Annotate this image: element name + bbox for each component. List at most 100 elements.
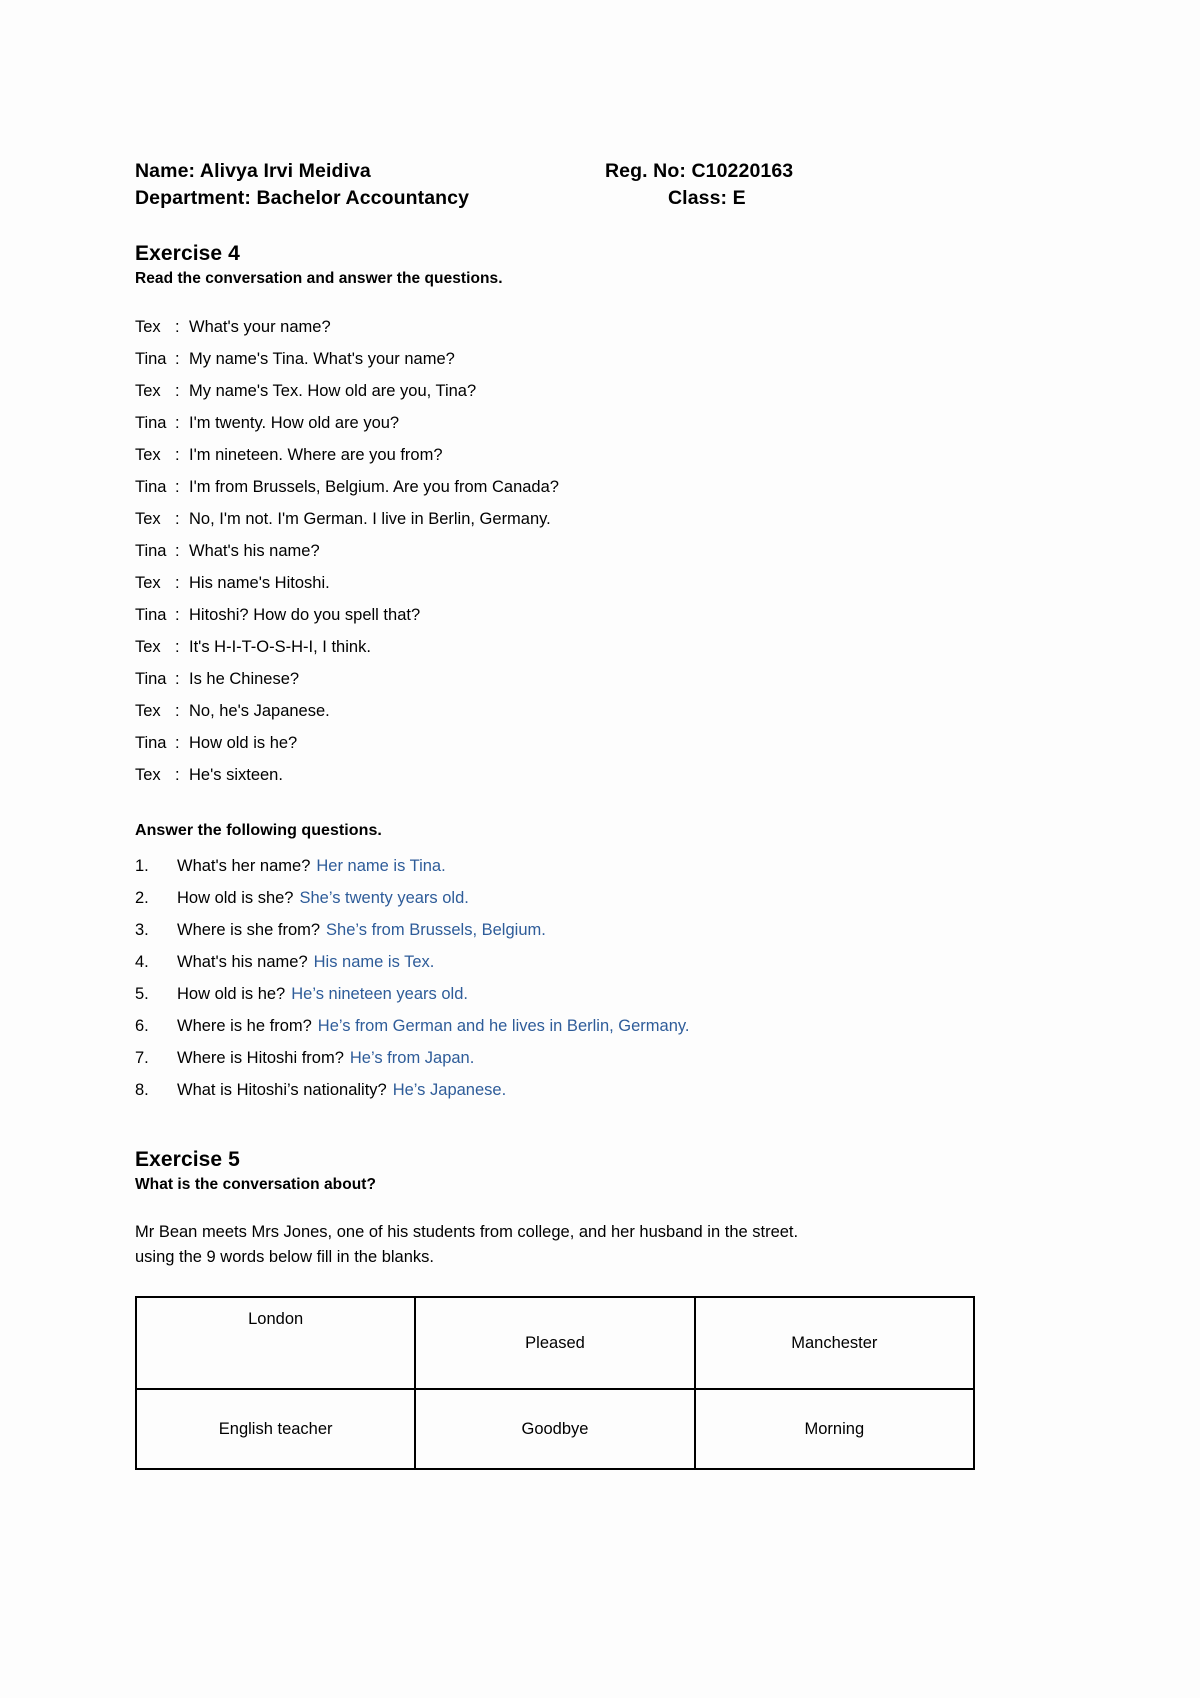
dialogue-colon: :	[175, 638, 180, 656]
document-content: Name: Alivya Irvi Meidiva Reg. No: C1022…	[134, 158, 985, 1470]
student-identity-header: Name: Alivya Irvi Meidiva Reg. No: C1022…	[135, 158, 985, 212]
dialogue-line: Tex : My name's Tex. How old are you, Ti…	[135, 375, 985, 407]
dialogue-text: Is he Chinese?	[189, 670, 300, 688]
dialogue-line: Tex : What's your name?	[135, 311, 985, 343]
exercise-5-title: Exercise 5	[135, 1148, 240, 1171]
word-cell: London	[134, 1296, 417, 1390]
dialogue-speaker: Tex	[135, 702, 161, 720]
word-cell: Morning	[693, 1388, 976, 1470]
dialogue-colon: :	[175, 574, 180, 592]
dialogue-line: Tex : He's sixteen.	[135, 759, 985, 791]
exercise-5-section: Exercise 5 What is the conversation abou…	[134, 1148, 985, 1470]
document-page: Name: Alivya Irvi Meidiva Reg. No: C1022…	[0, 0, 1200, 1698]
dialogue-speaker: Tex	[135, 318, 161, 336]
dialogue-text: No, he's Japanese.	[189, 702, 330, 720]
answer-item: 1. What's her name? Her name is Tina.	[135, 850, 985, 882]
dialogue-text: No, I'm not. I'm German. I live in Berli…	[189, 510, 551, 528]
dialogue-colon: :	[175, 606, 180, 624]
dialogue-line: Tina : What's his name?	[135, 535, 985, 567]
dialogue-text: What's his name?	[189, 542, 320, 560]
answer-question: What is Hitoshi’s nationality?	[177, 1081, 387, 1099]
dialogue-colon: :	[175, 542, 180, 560]
answer-response: She’s from Brussels, Belgium.	[326, 921, 546, 939]
dialogue-text: I'm twenty. How old are you?	[189, 414, 400, 432]
answer-question: Where is she from?	[177, 921, 321, 939]
answers-title: Answer the following questions.	[135, 822, 382, 839]
answer-number: 7.	[135, 1049, 149, 1067]
dialogue-line: Tina : My name's Tina. What's your name?	[135, 343, 985, 375]
answer-question: What's his name?	[177, 953, 308, 971]
exercise-5-subtitle: What is the conversation about?	[135, 1176, 376, 1193]
dialogue-speaker: Tex	[135, 766, 161, 784]
dialogue-speaker: Tex	[135, 446, 161, 464]
answer-response: She’s twenty years old.	[299, 889, 469, 907]
dialogue-line: Tina : I'm from Brussels, Belgium. Are y…	[135, 471, 985, 503]
answer-response: He’s Japanese.	[392, 1081, 507, 1099]
dialogue-colon: :	[175, 318, 180, 336]
dialogue-colon: :	[175, 382, 180, 400]
answer-number: 2.	[135, 889, 149, 907]
answer-question: How old is she?	[177, 889, 294, 907]
word-cell: Pleased	[414, 1296, 696, 1390]
answer-response: He’s nineteen years old.	[291, 985, 468, 1003]
dialogue-text: I'm nineteen. Where are you from?	[189, 446, 443, 464]
dialogue-text: What's your name?	[189, 318, 331, 336]
exercise-4-subtitle: Read the conversation and answer the que…	[135, 270, 503, 287]
dialogue-line: Tex : No, I'm not. I'm German. I live in…	[135, 503, 985, 535]
dialogue-text: My name's Tex. How old are you, Tina?	[189, 382, 477, 400]
dialogue-line: Tina : I'm twenty. How old are you?	[135, 407, 985, 439]
dialogue-speaker: Tina	[135, 414, 167, 432]
answer-response: He’s from German and he lives in Berlin,…	[317, 1017, 690, 1035]
word-cell: Manchester	[693, 1296, 976, 1390]
answer-item: 7. Where is Hitoshi from? He’s from Japa…	[135, 1042, 985, 1074]
dialogue-line: Tex : I'm nineteen. Where are you from?	[135, 439, 985, 471]
answer-number: 1.	[135, 857, 149, 875]
dialogue-text: How old is he?	[189, 734, 298, 752]
answer-number: 4.	[135, 953, 149, 971]
dialogue-speaker: Tina	[135, 478, 167, 496]
table-row: London Pleased Manchester	[134, 1296, 976, 1390]
student-name: Name: Alivya Irvi Meidiva	[135, 160, 371, 182]
dialogue-line: Tina : Hitoshi? How do you spell that?	[135, 599, 985, 631]
answer-question: How old is he?	[177, 985, 286, 1003]
dialogue-speaker: Tina	[135, 606, 167, 624]
exercise-5-instructions: Mr Bean meets Mrs Jones, one of his stud…	[135, 1223, 799, 1266]
dialogue-text: Hitoshi? How do you spell that?	[189, 606, 421, 624]
dialogue-speaker: Tex	[135, 510, 161, 528]
conversation-transcript: Tex : What's your name? Tina : My name's…	[135, 311, 985, 791]
answer-item: 5. How old is he? He’s nineteen years ol…	[135, 978, 985, 1010]
dialogue-speaker: Tina	[135, 734, 167, 752]
dialogue-line: Tina : How old is he?	[135, 727, 985, 759]
answer-response: His name is Tex.	[313, 953, 435, 971]
student-class: Class: E	[668, 187, 746, 209]
dialogue-speaker: Tex	[135, 382, 161, 400]
answer-item: 3. Where is she from? She’s from Brussel…	[135, 914, 985, 946]
dialogue-text: My name's Tina. What's your name?	[189, 350, 455, 368]
dialogue-colon: :	[175, 478, 180, 496]
dialogue-line: Tex : It's H-I-T-O-S-H-I, I think.	[135, 631, 985, 663]
answer-item: 2. How old is she? She’s twenty years ol…	[135, 882, 985, 914]
answer-number: 5.	[135, 985, 149, 1003]
answer-number: 8.	[135, 1081, 149, 1099]
dialogue-colon: :	[175, 414, 180, 432]
dialogue-colon: :	[175, 766, 180, 784]
student-department: Department: Bachelor Accountancy	[135, 187, 470, 209]
answer-question: Where is he from?	[177, 1017, 312, 1035]
dialogue-speaker: Tina	[135, 670, 167, 688]
dialogue-colon: :	[175, 734, 180, 752]
word-cell: Goodbye	[414, 1388, 696, 1470]
dialogue-text: He's sixteen.	[189, 766, 283, 784]
identity-row-department: Department: Bachelor Accountancy Class: …	[135, 185, 985, 212]
registration-number: Reg. No: C10220163	[605, 160, 794, 182]
answer-question: What's her name?	[177, 857, 311, 875]
answers-section: Answer the following questions. 1. What'…	[135, 822, 985, 1106]
word-cell: English teacher	[134, 1388, 417, 1470]
answer-item: 4. What's his name? His name is Tex.	[135, 946, 985, 978]
dialogue-colon: :	[175, 510, 180, 528]
dialogue-speaker: Tex	[135, 574, 161, 592]
dialogue-line: Tina : Is he Chinese?	[135, 663, 985, 695]
dialogue-colon: :	[175, 446, 180, 464]
dialogue-colon: :	[175, 670, 180, 688]
dialogue-text: It's H-I-T-O-S-H-I, I think.	[189, 638, 371, 656]
dialogue-speaker: Tina	[135, 542, 167, 560]
